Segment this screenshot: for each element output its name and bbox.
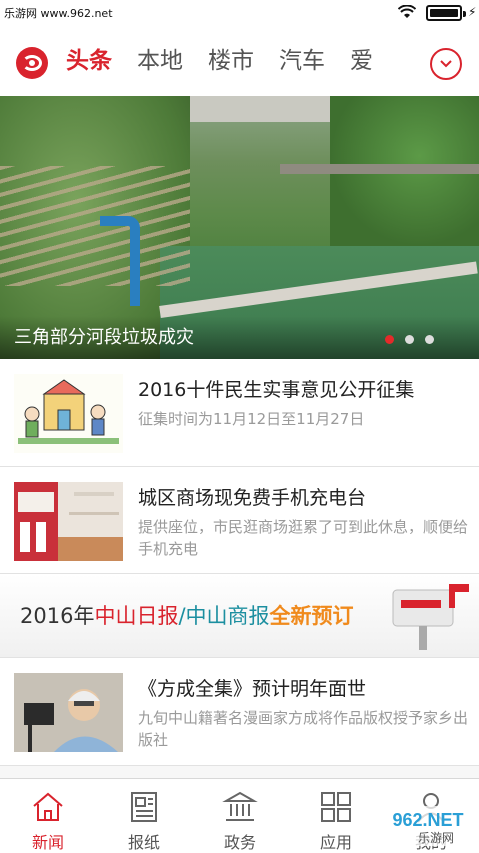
nav-label: 报纸: [127, 833, 160, 852]
status-bar: 乐游网 www.962.net ⚡: [0, 0, 479, 26]
news-thumbnail: [14, 374, 123, 453]
charging-icon: ⚡: [468, 5, 477, 19]
cartoon-illustration: [18, 379, 119, 444]
portrait-photo: [14, 673, 123, 752]
site-logo-watermark: 962.NET 乐游网: [380, 806, 476, 846]
nav-label: 政务: [223, 833, 256, 852]
ad-prefix: 2016年: [20, 604, 95, 628]
news-title: 城区商场现免费手机充电台: [138, 487, 367, 509]
home-icon: [33, 792, 63, 821]
nav-label: 应用: [319, 833, 352, 852]
tab-partial[interactable]: 爱: [350, 26, 373, 96]
nav-government[interactable]: 政务: [192, 779, 288, 853]
news-thumbnail: [14, 673, 123, 752]
news-thumbnail: [14, 482, 123, 561]
chevron-down-icon: [440, 60, 452, 68]
subscription-ad-banner[interactable]: 2016年中山日报/中山商报全新预订: [0, 574, 479, 658]
news-item[interactable]: 2016十件民生实事意见公开征集 征集时间为11月12日至11月27日: [0, 359, 479, 467]
hero-blue-pipe: [100, 216, 140, 306]
news-title: 《方成全集》预计明年面世: [138, 678, 367, 700]
hero-pipe: [280, 164, 479, 174]
tab-auto[interactable]: 汽车: [279, 26, 325, 96]
news-item[interactable]: 城区商场现免费手机充电台 提供座位，市民逛商场逛累了可到此休息，顺便给手机充电: [0, 467, 479, 574]
carousel-dot[interactable]: [405, 335, 414, 344]
tab-property[interactable]: 楼市: [208, 26, 254, 96]
wifi-icon: [398, 5, 416, 18]
news-desc: 九旬中山籍著名漫画家方成将作品版权授予家乡出版社: [138, 709, 469, 749]
ad-paper-2: 中山商报: [185, 604, 270, 628]
mall-photo: [14, 482, 123, 561]
government-building-icon: [222, 791, 258, 821]
nav-news[interactable]: 新闻: [0, 779, 96, 853]
channel-tabs: 头条 本地 楼市 汽车爱: [66, 26, 418, 96]
hero-debris: [0, 166, 190, 286]
app-logo-icon[interactable]: [16, 47, 48, 79]
nav-apps[interactable]: 应用: [288, 779, 384, 853]
carousel-dot[interactable]: [425, 335, 434, 344]
carousel-indicators: [385, 329, 445, 348]
watermark-logo-subtext: 乐游网: [418, 831, 454, 845]
mailbox-icon: [392, 584, 469, 650]
ad-suffix: 全新预订: [269, 604, 354, 628]
news-desc: 征集时间为11月12日至11月27日: [138, 410, 365, 428]
tab-headlines[interactable]: 头条: [66, 26, 112, 96]
channel-bar: 头条 本地 楼市 汽车爱: [0, 26, 479, 96]
tab-local[interactable]: 本地: [137, 26, 183, 96]
watermark-logo-text: 962.NET: [392, 810, 463, 830]
nav-newspaper[interactable]: 报纸: [96, 779, 192, 853]
tabs-fade: [380, 26, 420, 96]
site-watermark: 乐游网 www.962.net: [4, 7, 113, 20]
hero-caption: 三角部分河段垃圾成灾: [14, 327, 194, 348]
news-title: 2016十件民生实事意见公开征集: [138, 379, 415, 401]
news-desc: 提供座位，市民逛商场逛累了可到此休息，顺便给手机充电: [138, 518, 469, 558]
battery-icon: [426, 5, 466, 21]
more-channels-button[interactable]: [430, 48, 462, 80]
nav-label: 新闻: [31, 833, 64, 852]
app-screen: 乐游网 www.962.net ⚡ 头条 本地 楼市 汽车爱 三角部分河段垃圾成…: [0, 0, 479, 853]
hero-carousel[interactable]: 三角部分河段垃圾成灾: [0, 96, 479, 359]
ad-text: 2016年中山日报/中山商报全新预订: [20, 600, 354, 630]
news-item[interactable]: 《方成全集》预计明年面世 九旬中山籍著名漫画家方成将作品版权授予家乡出版社: [0, 658, 479, 766]
newspaper-icon: [131, 792, 157, 822]
apps-grid-icon: [321, 792, 351, 822]
ad-separator: /: [178, 604, 186, 628]
ad-paper-1: 中山日报: [94, 604, 179, 628]
carousel-dot[interactable]: [385, 335, 394, 344]
